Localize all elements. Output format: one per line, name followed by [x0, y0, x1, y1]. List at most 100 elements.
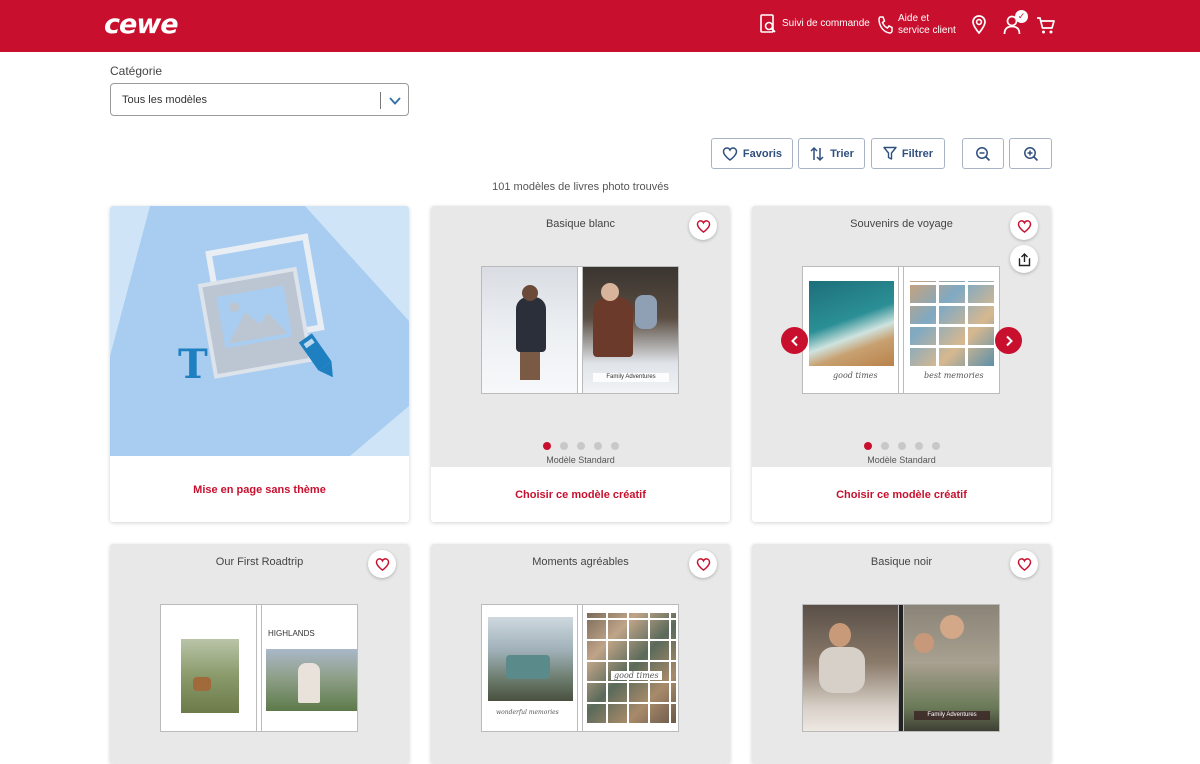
script-caption: wonderful memories — [496, 709, 559, 716]
template-card-souvenirs-de-voyage[interactable]: Souvenirs de voyage good times best memo… — [752, 206, 1051, 522]
favorites-label: Favoris — [742, 147, 783, 160]
blank-layout-artwork: T — [110, 206, 409, 456]
filter-button[interactable]: Filtrer — [871, 138, 945, 169]
order-tracking-icon — [760, 14, 776, 33]
heart-icon — [696, 557, 710, 571]
logged-in-check-icon: ✓ — [1015, 10, 1028, 23]
zoom-in-icon — [1023, 146, 1038, 161]
ocean-photo — [809, 281, 894, 366]
zoom-out-button[interactable] — [962, 138, 1004, 169]
help-label-line2: service client — [898, 25, 956, 36]
location-icon[interactable] — [971, 14, 987, 41]
front-cover-page: Family Adventures — [582, 266, 679, 394]
carousel-dot[interactable] — [897, 442, 906, 450]
carousel-prev-button[interactable] — [781, 327, 808, 354]
mother-head-shape — [914, 633, 934, 653]
favorite-button[interactable] — [689, 550, 717, 578]
couple-shape — [298, 663, 320, 703]
blank-layout-illustration: T — [110, 206, 409, 456]
help-link[interactable]: Aide et service client — [877, 13, 956, 37]
child-shape — [635, 295, 657, 329]
carousel-dots — [431, 442, 730, 450]
template-card-basique-blanc[interactable]: Basique blanc Family Adventures Modèle S… — [431, 206, 730, 522]
cart-icon[interactable] — [1036, 14, 1056, 41]
heart-icon — [1017, 557, 1031, 571]
carousel-dots — [752, 442, 1051, 450]
mother-head-shape — [829, 623, 851, 647]
cow-shape — [193, 677, 211, 691]
favorite-button[interactable] — [1010, 212, 1038, 240]
carousel-dot[interactable] — [931, 442, 940, 450]
collage-photos — [587, 613, 676, 723]
carousel-dot[interactable] — [593, 442, 602, 450]
highland-cow-photo — [181, 639, 239, 713]
carousel-dot[interactable] — [914, 442, 923, 450]
carousel-dot[interactable] — [559, 442, 568, 450]
blank-layout-cta[interactable]: Mise en page sans thème — [110, 484, 409, 496]
carousel-dot[interactable] — [576, 442, 585, 450]
legs-shape — [520, 352, 540, 380]
category-select[interactable]: Tous les modèles — [110, 83, 409, 116]
cewe-logo[interactable]: cewe — [104, 9, 179, 40]
choose-template-button[interactable]: Choisir ce modèle créatif — [752, 489, 1051, 501]
back-cover-page: wonderful memories — [481, 604, 578, 732]
back-cover-page: good times — [802, 266, 899, 394]
blank-layout-card[interactable]: T Mise en page sans thème — [110, 206, 409, 522]
back-cover-page — [481, 266, 578, 394]
sort-button[interactable]: Trier — [798, 138, 865, 169]
favorite-button[interactable] — [1010, 550, 1038, 578]
share-button[interactable] — [1010, 245, 1038, 273]
script-caption: good times — [833, 371, 878, 380]
heart-icon — [375, 557, 389, 571]
photobook-preview: wonderful memories good times — [481, 604, 679, 732]
head-shape — [522, 285, 538, 301]
carousel-dot[interactable] — [863, 442, 872, 450]
template-subtitle: Modèle Standard — [867, 455, 936, 465]
front-cover-page: good times — [582, 604, 679, 732]
template-card-basique-noir[interactable]: Basique noir Family Adventures — [752, 544, 1051, 764]
chevron-left-icon — [790, 335, 798, 346]
svg-text:T: T — [178, 341, 208, 388]
template-title: Our First Roadtrip — [215, 556, 304, 568]
carousel-dot[interactable] — [542, 442, 551, 450]
chevron-down-icon — [388, 94, 402, 112]
template-title: Souvenirs de voyage — [850, 218, 953, 230]
photobook-preview: good times best memories — [802, 266, 1000, 394]
help-label-line1: Aide et — [898, 13, 930, 24]
results-count: 101 modèles de livres photo trouvés — [492, 181, 669, 193]
van-shape — [506, 655, 550, 679]
order-tracking-link[interactable]: Suivi de commande — [759, 13, 870, 35]
heart-icon — [696, 219, 710, 233]
mother-shape — [819, 647, 865, 693]
filter-label: Filtrer — [901, 147, 934, 160]
photobook-preview: HIGHLANDS — [160, 604, 358, 732]
template-card-our-first-roadtrip[interactable]: Our First Roadtrip HIGHLANDS — [110, 544, 409, 764]
photobook-preview: Family Adventures — [481, 266, 679, 394]
category-label: Catégorie — [110, 64, 163, 78]
filter-icon — [883, 146, 897, 160]
heart-icon — [1017, 219, 1031, 233]
template-subtitle: Modèle Standard — [546, 455, 615, 465]
person-shape — [516, 297, 546, 352]
favorite-button[interactable] — [368, 550, 396, 578]
front-cover-page: best memories — [903, 266, 1000, 394]
carousel-dot[interactable] — [880, 442, 889, 450]
category-select-value: Tous les modèles — [122, 94, 207, 106]
cover-caption: Family Adventures — [914, 711, 990, 720]
zoom-out-icon — [976, 146, 991, 161]
template-title: Basique blanc — [545, 218, 616, 230]
template-card-moments-agreables[interactable]: Moments agréables wonderful memories goo… — [431, 544, 730, 764]
carousel-next-button[interactable] — [995, 327, 1022, 354]
cover-title: HIGHLANDS — [268, 629, 315, 638]
carousel-dot[interactable] — [610, 442, 619, 450]
choose-template-button[interactable]: Choisir ce modèle créatif — [431, 489, 730, 501]
sort-icon — [810, 146, 824, 161]
photobook-preview: Family Adventures — [802, 604, 1000, 732]
collage-photos — [910, 281, 995, 366]
script-caption: best memories — [924, 371, 984, 380]
back-cover-page — [160, 604, 257, 732]
order-tracking-label: Suivi de commande — [782, 18, 870, 29]
zoom-in-button[interactable] — [1009, 138, 1052, 169]
favorites-button[interactable]: Favoris — [711, 138, 793, 169]
favorite-button[interactable] — [689, 212, 717, 240]
